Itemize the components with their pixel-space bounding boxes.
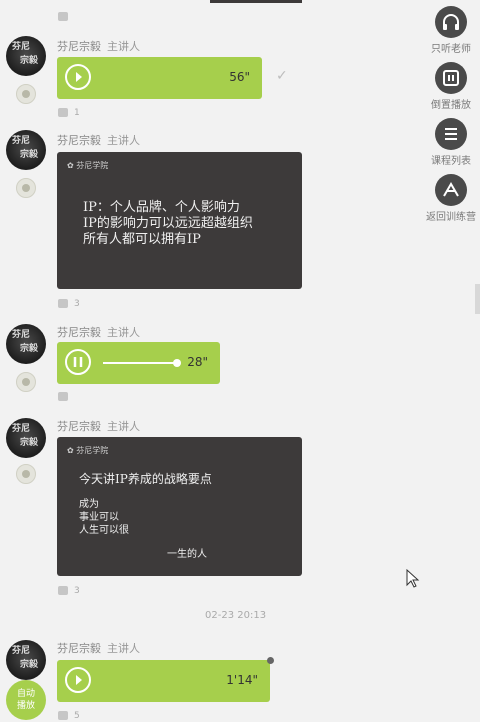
avatar[interactable]: 芬尼 宗毅 (6, 640, 46, 680)
play-icon[interactable] (65, 667, 91, 693)
check-icon: ✓ (276, 68, 288, 84)
card-line: 今天讲IP养成的战略要点 (79, 472, 212, 486)
level-badge (16, 84, 36, 104)
nav-reverse-play[interactable]: 倒置播放 (419, 62, 480, 111)
level-badge (16, 372, 36, 392)
image-message[interactable]: ✿ 芬尼学院 今天讲IP养成的战略要点 成为 事业可以 人生可以很 一生的人 (57, 437, 302, 576)
card-line: 一生的人 (167, 549, 207, 560)
like-icon[interactable] (58, 12, 74, 22)
nav-label: 只听老师 (431, 44, 471, 55)
nav-label: 课程列表 (431, 156, 471, 167)
like-button[interactable]: 3 (58, 299, 80, 309)
thumbs-up-icon (58, 711, 68, 720)
sender-name: 芬尼宗毅 主讲人 (57, 326, 140, 339)
voice-duration: 56" (229, 70, 250, 84)
nav-back-to-camp[interactable]: 返回训练营 (419, 174, 480, 223)
progress-track[interactable] (103, 362, 177, 364)
voice-duration: 28" (187, 355, 208, 369)
nav-label: 返回训练营 (426, 212, 476, 223)
sender-name: 芬尼宗毅 主讲人 (57, 134, 140, 147)
voice-duration: 1'14" (226, 673, 258, 687)
timestamp: 02-23 20:13 (205, 610, 267, 621)
avatar[interactable]: 芬尼 宗毅 (6, 324, 46, 364)
nav-label: 倒置播放 (431, 100, 471, 111)
sender-name: 芬尼宗毅 主讲人 (57, 642, 140, 655)
like-button[interactable]: 3 (58, 586, 80, 596)
reverse-play-icon (435, 62, 467, 94)
card-line: 所有人都可以拥有IP (83, 232, 201, 247)
like-button[interactable] (58, 392, 74, 402)
play-icon[interactable] (65, 64, 91, 90)
thumbs-up-icon (58, 299, 68, 308)
headphones-icon (435, 6, 467, 38)
level-badge (16, 178, 36, 198)
voice-message-playing[interactable]: 28" (57, 342, 220, 384)
thumbs-up-icon (58, 586, 68, 595)
course-list-icon (435, 118, 467, 150)
progress-knob[interactable] (173, 359, 181, 367)
avatar[interactable]: 芬尼 宗毅 (6, 130, 46, 170)
nav-course-list[interactable]: 课程列表 (419, 118, 480, 167)
avatar[interactable]: 芬尼 宗毅 (6, 36, 46, 76)
avatar[interactable]: 芬尼 宗毅 (6, 418, 46, 458)
back-to-camp-icon (435, 174, 467, 206)
thumbs-up-icon (58, 392, 68, 401)
card-line: IP的影响力可以远远超越组织 (83, 216, 253, 231)
like-button[interactable]: 1 (58, 108, 80, 118)
unread-dot (267, 657, 274, 664)
like-button[interactable]: 5 (58, 711, 80, 721)
message-bubble-partial (210, 0, 302, 3)
thumbs-up-icon (58, 108, 68, 117)
auto-play-button[interactable]: 自动播放 (6, 680, 46, 720)
card-logo: ✿ 芬尼学院 (67, 446, 109, 455)
level-badge (16, 464, 36, 484)
card-line: IP：个人品牌、个人影响力 (83, 200, 240, 215)
pause-icon[interactable] (65, 349, 91, 375)
nav-listen-teacher[interactable]: 只听老师 (419, 6, 480, 55)
voice-message[interactable]: 1'14" (57, 660, 270, 702)
scroll-handle[interactable] (475, 284, 480, 314)
sender-name: 芬尼宗毅 主讲人 (57, 420, 140, 433)
card-logo: ✿ 芬尼学院 (67, 161, 109, 170)
sender-name: 芬尼宗毅 主讲人 (57, 40, 140, 53)
mouse-cursor-icon (406, 569, 420, 588)
card-line: 人生可以很 (79, 525, 129, 536)
voice-message[interactable]: 56" (57, 57, 262, 99)
image-message[interactable]: ✿ 芬尼学院 IP：个人品牌、个人影响力 IP的影响力可以远远超越组织 所有人都… (57, 152, 302, 289)
